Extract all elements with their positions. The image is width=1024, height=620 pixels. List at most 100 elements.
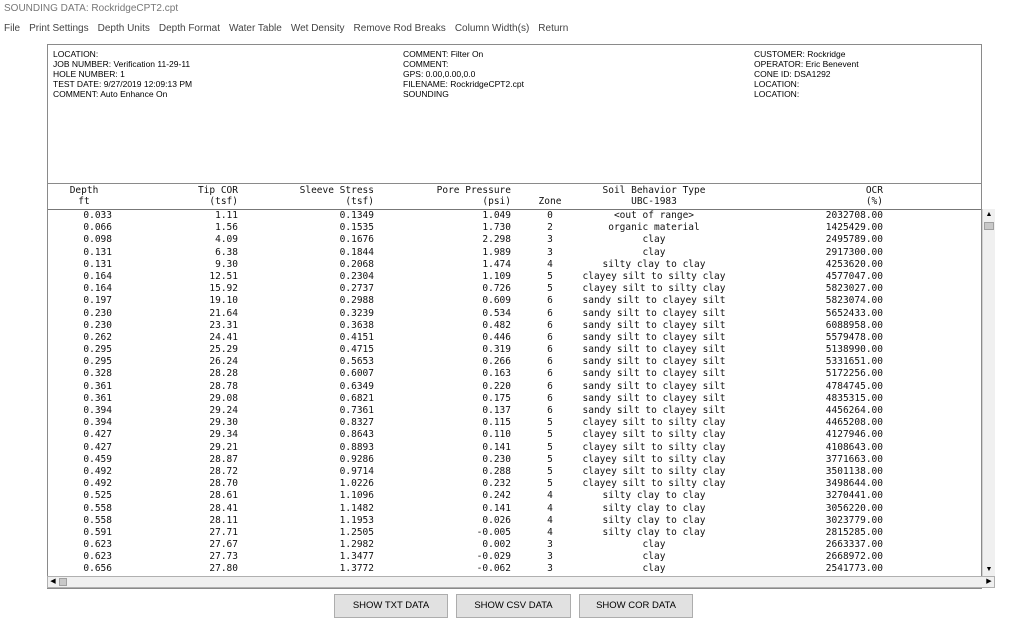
cell-zone: 6 <box>547 331 553 343</box>
cell-pore: -0.005 <box>476 526 511 538</box>
cell-zone: 5 <box>547 270 553 282</box>
menu-file[interactable]: File <box>4 23 20 34</box>
cell-zone: 5 <box>547 283 553 295</box>
table-row[interactable]: 0.131 9.30 0.2068 1.474 4 silty clay to clay 4… <box>48 259 981 271</box>
table-row[interactable]: 0.262 24.41 0.4151 0.446 6 sandy silt to clay… <box>48 332 981 344</box>
cell-ocr: 2668972.00 <box>825 551 883 563</box>
cell-zone: 3 <box>547 551 553 563</box>
table-row[interactable]: 0.492 28.70 1.0226 0.232 5 clayey silt to sil… <box>48 478 981 490</box>
cell-ocr: 3771663.00 <box>825 453 883 465</box>
col-pore-unit: (psi) <box>482 196 511 207</box>
table-row[interactable]: 0.427 29.34 0.8643 0.110 5 clayey silt to sil… <box>48 429 981 441</box>
table-row[interactable]: 0.230 23.31 0.3638 0.482 6 sandy silt to clay… <box>48 320 981 332</box>
menu-depth-units[interactable]: Depth Units <box>98 23 150 34</box>
data-table-body: 0.033 1.11 0.1349 1.049 0 <out of range> 20327… <box>48 210 981 576</box>
cell-sleeve: 1.1953 <box>339 514 374 526</box>
cell-soil-type: clayey silt to silty clay <box>582 417 726 429</box>
cell-sleeve: 0.1349 <box>339 210 374 221</box>
menu-remove-rod-breaks[interactable]: Remove Rod Breaks <box>354 23 446 34</box>
cell-pore: 1.109 <box>482 270 511 282</box>
cell-sleeve: 0.1676 <box>339 234 374 246</box>
cell-tip: 29.24 <box>209 405 238 416</box>
table-row[interactable]: 0.295 26.24 0.5653 0.266 6 sandy silt to clay… <box>48 356 981 368</box>
table-row[interactable]: 0.164 12.51 0.2304 1.109 5 clayey silt to sil… <box>48 271 981 283</box>
cell-depth: 0.230 <box>83 307 112 319</box>
table-row[interactable]: 0.623 27.67 1.2982 0.002 3 clay 2663337.00 <box>48 539 981 551</box>
cell-pore: 0.609 <box>482 295 511 307</box>
table-row[interactable]: 0.098 4.09 0.1676 2.298 3 clay 2495789.00 <box>48 234 981 246</box>
table-row[interactable]: 0.328 28.28 0.6007 0.163 6 sandy silt to clay… <box>48 368 981 380</box>
table-row[interactable]: 0.558 28.11 1.1953 0.026 4 silty clay to clay… <box>48 515 981 527</box>
table-row[interactable]: 0.164 15.92 0.2737 0.726 5 clayey silt to sil… <box>48 283 981 295</box>
table-row[interactable]: 0.558 28.41 1.1482 0.141 4 silty clay to clay… <box>48 503 981 515</box>
cell-tip: 29.34 <box>209 429 238 441</box>
cell-pore: 1.049 <box>482 210 511 221</box>
cell-tip: 28.72 <box>209 465 238 477</box>
cell-zone: 4 <box>547 514 553 526</box>
cell-soil-type: clay <box>642 551 666 563</box>
cell-depth: 0.558 <box>83 502 112 514</box>
menu-wet-density[interactable]: Wet Density <box>291 23 345 34</box>
triangle-right-icon[interactable]: ▶ <box>984 577 994 587</box>
cell-soil-type: sandy silt to clayey silt <box>582 331 726 343</box>
table-row[interactable]: 0.492 28.72 0.9714 0.288 5 clayey silt to sil… <box>48 466 981 478</box>
cell-soil-type: silty clay to clay <box>602 502 706 514</box>
triangle-down-icon[interactable]: ▼ <box>983 564 995 576</box>
table-row[interactable]: 0.656 27.80 1.3772 -0.062 3 clay 2541773.00 <box>48 563 981 575</box>
cell-sleeve: 1.1482 <box>339 502 374 514</box>
cell-zone: 3 <box>547 563 553 575</box>
table-row[interactable]: 0.066 1.56 0.1535 1.730 2 organic material 142… <box>48 222 981 234</box>
show-cor-data-button[interactable]: SHOW COR DATA <box>579 594 693 618</box>
table-row[interactable]: 0.394 29.24 0.7361 0.137 6 sandy silt to clay… <box>48 405 981 417</box>
menu-column-widths[interactable]: Column Width(s) <box>455 23 529 34</box>
cell-tip: 29.21 <box>209 441 238 453</box>
cell-tip: 28.41 <box>209 502 238 514</box>
cell-depth: 0.558 <box>83 514 112 526</box>
cell-tip: 28.11 <box>209 514 238 526</box>
table-row[interactable]: 0.525 28.61 1.1096 0.242 4 silty clay to clay… <box>48 490 981 502</box>
cell-pore: 0.534 <box>482 307 511 319</box>
cell-ocr: 5331651.00 <box>825 356 883 368</box>
cell-soil-type: silty clay to clay <box>602 258 706 270</box>
triangle-left-icon[interactable]: ◀ <box>48 577 58 587</box>
table-row[interactable]: 0.033 1.11 0.1349 1.049 0 <out of range> 20327… <box>48 210 981 222</box>
cell-sleeve: 0.8327 <box>339 417 374 429</box>
table-row[interactable]: 0.361 29.08 0.6821 0.175 6 sandy silt to clay… <box>48 393 981 405</box>
cell-pore: 0.230 <box>482 453 511 465</box>
horizontal-scroll-thumb[interactable] <box>59 578 67 586</box>
cell-ocr: 3270441.00 <box>825 490 883 502</box>
menu-return[interactable]: Return <box>538 23 568 34</box>
horizontal-scrollbar[interactable]: ◀ ▶ <box>47 576 995 588</box>
column-headers: Depth ft Tip COR (tsf) Sleeve Stress (ts… <box>48 184 981 210</box>
cell-pore: 1.474 <box>482 258 511 270</box>
cell-ocr: 5138990.00 <box>825 344 883 356</box>
table-row[interactable]: 0.197 19.10 0.2988 0.609 6 sandy silt to clay… <box>48 295 981 307</box>
menu-print-settings[interactable]: Print Settings <box>29 23 88 34</box>
triangle-up-icon[interactable]: ▲ <box>983 209 995 221</box>
cell-soil-type: clay <box>642 539 666 551</box>
table-row[interactable]: 0.295 25.29 0.4715 0.319 6 sandy silt to clay… <box>48 344 981 356</box>
cell-pore: 0.163 <box>482 368 511 380</box>
table-row[interactable]: 0.459 28.87 0.9286 0.230 5 clayey silt to sil… <box>48 454 981 466</box>
table-row[interactable]: 0.427 29.21 0.8893 0.141 5 clayey silt to sil… <box>48 442 981 454</box>
table-row[interactable]: 0.230 21.64 0.3239 0.534 6 sandy silt to clay… <box>48 308 981 320</box>
table-row[interactable]: 0.361 28.78 0.6349 0.220 6 sandy silt to clay… <box>48 381 981 393</box>
cell-sleeve: 0.8643 <box>339 429 374 441</box>
table-row[interactable]: 0.623 27.73 1.3477 -0.029 3 clay 2668972.00 <box>48 551 981 563</box>
table-row[interactable]: 0.591 27.71 1.2505 -0.005 4 silty clay to cla… <box>48 527 981 539</box>
header-gps: GPS: 0.00,0.00,0.0 <box>403 69 476 79</box>
cell-sleeve: 0.1844 <box>339 246 374 258</box>
header-location: LOCATION: <box>53 49 99 59</box>
show-txt-data-button[interactable]: SHOW TXT DATA <box>334 594 448 618</box>
menu-depth-format[interactable]: Depth Format <box>159 23 220 34</box>
show-csv-data-button[interactable]: SHOW CSV DATA <box>456 594 571 618</box>
menu-water-table[interactable]: Water Table <box>229 23 282 34</box>
vertical-scroll-thumb[interactable] <box>984 222 994 230</box>
cell-sleeve: 0.7361 <box>339 405 374 416</box>
cell-sleeve: 0.2304 <box>339 270 374 282</box>
cell-tip: 19.10 <box>209 295 238 307</box>
table-row[interactable]: 0.394 29.30 0.8327 0.115 5 clayey silt to sil… <box>48 417 981 429</box>
table-row[interactable]: 0.131 6.38 0.1844 1.989 3 clay 2917300.00 <box>48 247 981 259</box>
vertical-scrollbar[interactable]: ▲ ▼ <box>982 209 995 576</box>
cell-sleeve: 0.2988 <box>339 295 374 307</box>
